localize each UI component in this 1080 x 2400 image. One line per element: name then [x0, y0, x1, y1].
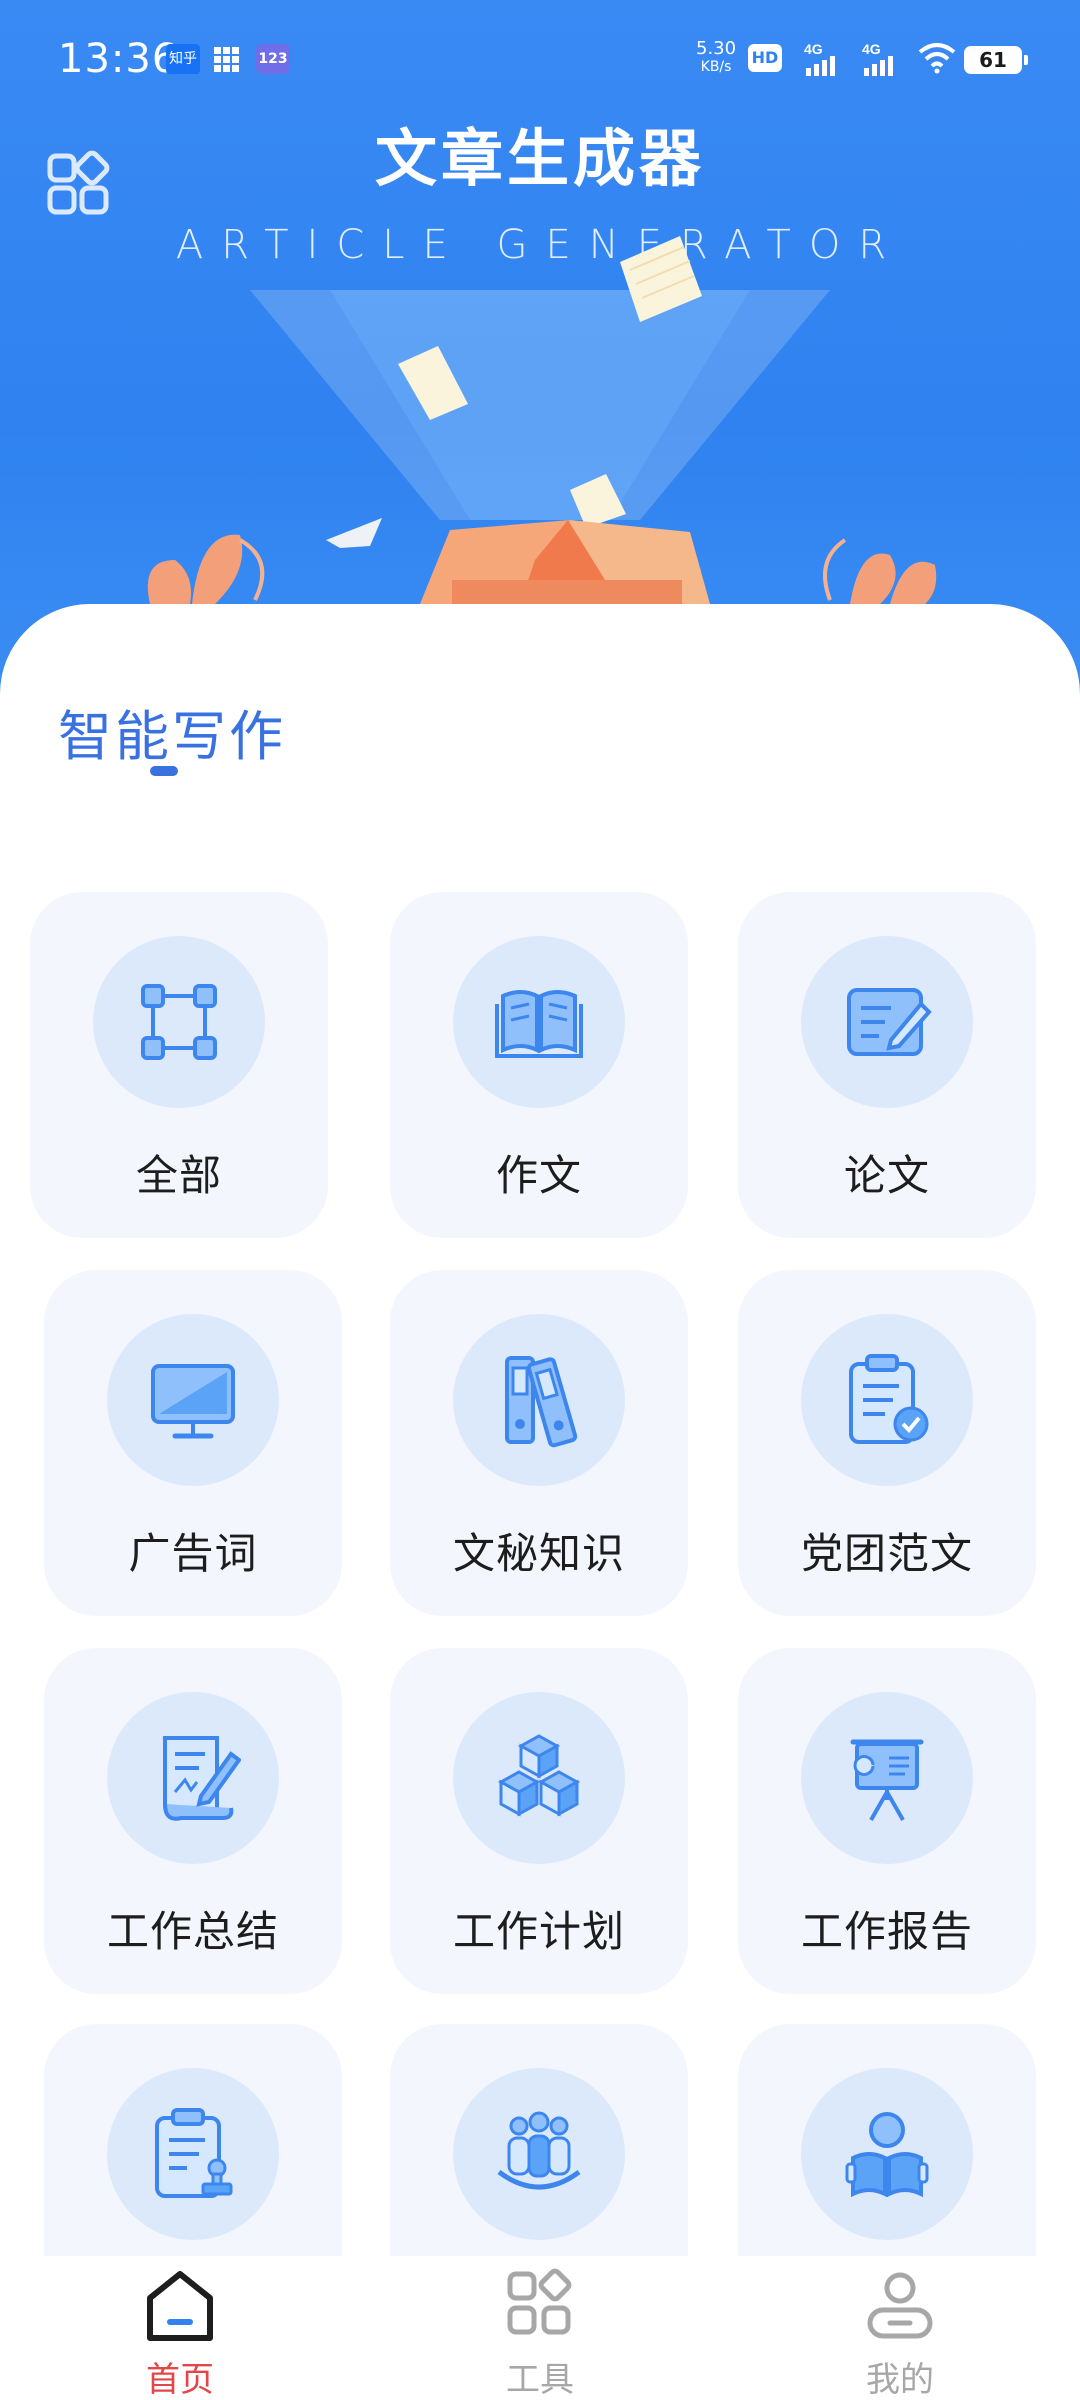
nav-profile[interactable]: 我的	[720, 2256, 1080, 2400]
nav-label: 工具	[506, 2360, 574, 2400]
category-label: 作文	[495, 1151, 582, 1200]
category-card-all[interactable]: 全部	[30, 892, 328, 1238]
icon-circle	[801, 2068, 973, 2240]
icon-circle	[107, 1692, 279, 1864]
paper-icon	[620, 236, 702, 322]
icon-circle	[801, 936, 973, 1108]
nav-label: 我的	[866, 2360, 934, 2400]
edit-document-icon	[847, 988, 932, 1056]
nodes-icon	[141, 984, 217, 1060]
home-icon	[147, 2271, 213, 2341]
monitor-icon	[151, 1364, 235, 1439]
paper-icon	[570, 474, 626, 528]
ribbon-decoration-right	[823, 538, 937, 604]
bottom-navigation: 首页 工具 我的	[0, 2256, 1080, 2400]
presentation-board-icon	[850, 1739, 924, 1821]
nav-label: 首页	[146, 2360, 214, 2400]
icon-circle	[107, 1314, 279, 1486]
paper-icon	[398, 346, 468, 420]
category-label: 广告词	[128, 1529, 258, 1578]
category-label: 工作计划	[452, 1907, 625, 1956]
clipboard-check-icon	[849, 1354, 929, 1444]
category-card-secretary[interactable]: 文秘知识	[390, 1270, 688, 1616]
category-label: 全部	[135, 1151, 222, 1200]
category-label: 党团范文	[800, 1529, 973, 1578]
category-card-party-essay[interactable]: 党团范文	[738, 1270, 1036, 1616]
category-card-paper[interactable]: 论文	[738, 892, 1036, 1238]
nav-tools[interactable]: 工具	[360, 2256, 720, 2400]
clipboard-stamp-icon	[155, 2108, 233, 2198]
hero-banner: 13:36 知乎 123 5.30 KB/s HD 4G 4G 61 文章生成器…	[0, 0, 1080, 700]
icon-circle	[453, 2068, 625, 2240]
icon-circle	[453, 1692, 625, 1864]
icon-circle	[801, 1314, 973, 1486]
profile-icon	[867, 2272, 933, 2339]
category-label: 论文	[843, 1151, 930, 1200]
nav-home[interactable]: 首页	[0, 2256, 360, 2400]
binders-icon	[505, 1356, 578, 1448]
content-panel: 智能写作 全部 作文 论文 广告词 文秘知识 党团范文 工作总结 工作计划 工作…	[0, 604, 1080, 2400]
section-title: 智能写作	[58, 705, 286, 768]
category-label: 工作总结	[106, 1907, 279, 1956]
icon-circle	[801, 1692, 973, 1864]
scroll-pen-icon	[163, 1736, 241, 1821]
cubes-icon	[497, 1734, 581, 1817]
open-book-icon	[495, 990, 583, 1058]
icon-circle	[453, 936, 625, 1108]
category-label: 工作报告	[800, 1907, 973, 1956]
open-box-icon	[420, 520, 710, 610]
icon-circle	[93, 936, 265, 1108]
icon-circle	[107, 2068, 279, 2240]
category-card-work-summary[interactable]: 工作总结	[44, 1648, 342, 1994]
reader-icon	[845, 2112, 929, 2198]
category-card-ad-slogan[interactable]: 广告词	[44, 1270, 342, 1616]
category-card-essay[interactable]: 作文	[390, 892, 688, 1238]
category-card-work-report[interactable]: 工作报告	[738, 1648, 1036, 1994]
category-card-work-plan[interactable]: 工作计划	[390, 1648, 688, 1994]
ribbon-decoration-left	[147, 534, 265, 604]
tools-icon	[507, 2268, 572, 2335]
icon-circle	[453, 1314, 625, 1486]
hero-illustration	[147, 236, 937, 610]
paper-icon	[326, 518, 382, 548]
team-icon	[497, 2111, 581, 2190]
section-title-indicator	[150, 766, 178, 776]
category-label: 文秘知识	[452, 1529, 625, 1578]
